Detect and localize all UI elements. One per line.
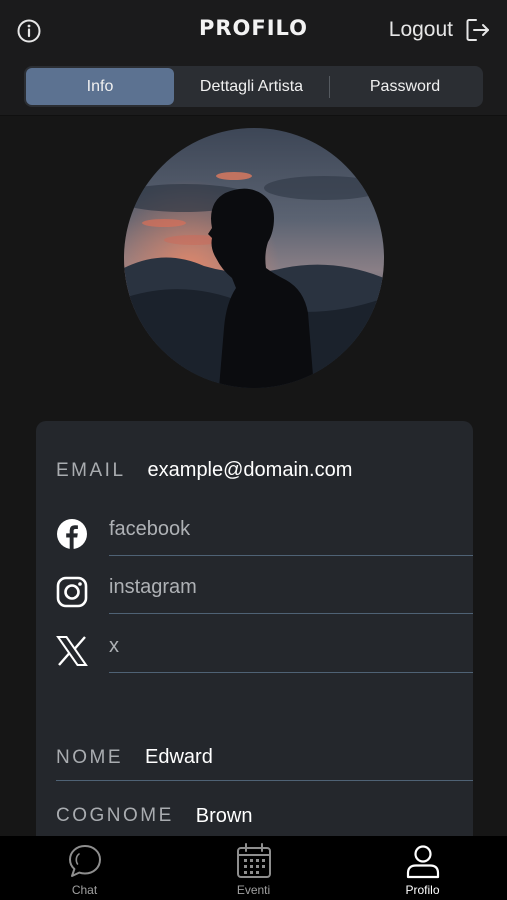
nav-profilo-label: Profilo (405, 883, 440, 897)
user-icon (406, 845, 439, 879)
nav-eventi-label: Eventi (236, 883, 271, 897)
cognome-row[interactable]: COGNOME Brown (56, 793, 473, 839)
nav-eventi[interactable]: Eventi (169, 836, 338, 900)
instagram-input[interactable]: instagram (109, 564, 473, 614)
nav-chat[interactable]: Chat (0, 836, 169, 900)
nav-profilo[interactable]: Profilo (338, 836, 507, 900)
tab-info[interactable]: Info (26, 68, 174, 105)
x-row: x (56, 623, 473, 681)
chat-icon (68, 845, 101, 877)
calendar-icon (236, 843, 271, 878)
cognome-label: COGNOME (56, 805, 174, 826)
email-label: EMAIL (56, 460, 126, 481)
x-input[interactable]: x (109, 623, 473, 673)
nav-chat-label: Chat (71, 883, 98, 897)
logout-icon (466, 19, 489, 41)
app-header: PROFILO Logout (0, 0, 507, 60)
email-row: EMAIL example@domain.com (56, 459, 352, 482)
facebook-icon (57, 519, 87, 549)
tab-dettagli-artista[interactable]: Dettagli Artista (174, 68, 329, 105)
tab-bar: Info Dettagli Artista Password (24, 66, 483, 107)
avatar[interactable] (124, 128, 384, 388)
facebook-row: facebook (56, 506, 473, 564)
profile-card: EMAIL example@domain.com facebook instag… (36, 421, 473, 861)
tab-password[interactable]: Password (330, 68, 480, 105)
cognome-value: Brown (195, 804, 253, 827)
bottom-nav: Chat Eventi Profilo (0, 836, 507, 900)
facebook-input[interactable]: facebook (109, 506, 473, 556)
nome-value: Edward (145, 746, 213, 768)
tab-bar-container: Info Dettagli Artista Password (0, 60, 507, 116)
logout-label: Logout (388, 18, 453, 41)
email-value: example@domain.com (147, 459, 353, 481)
nome-row[interactable]: NOME Edward (56, 735, 473, 781)
logout-button[interactable]: Logout (389, 17, 491, 43)
instagram-row: instagram (56, 564, 473, 622)
nome-label: NOME (56, 746, 123, 768)
instagram-icon (56, 576, 88, 608)
x-icon (56, 636, 88, 666)
